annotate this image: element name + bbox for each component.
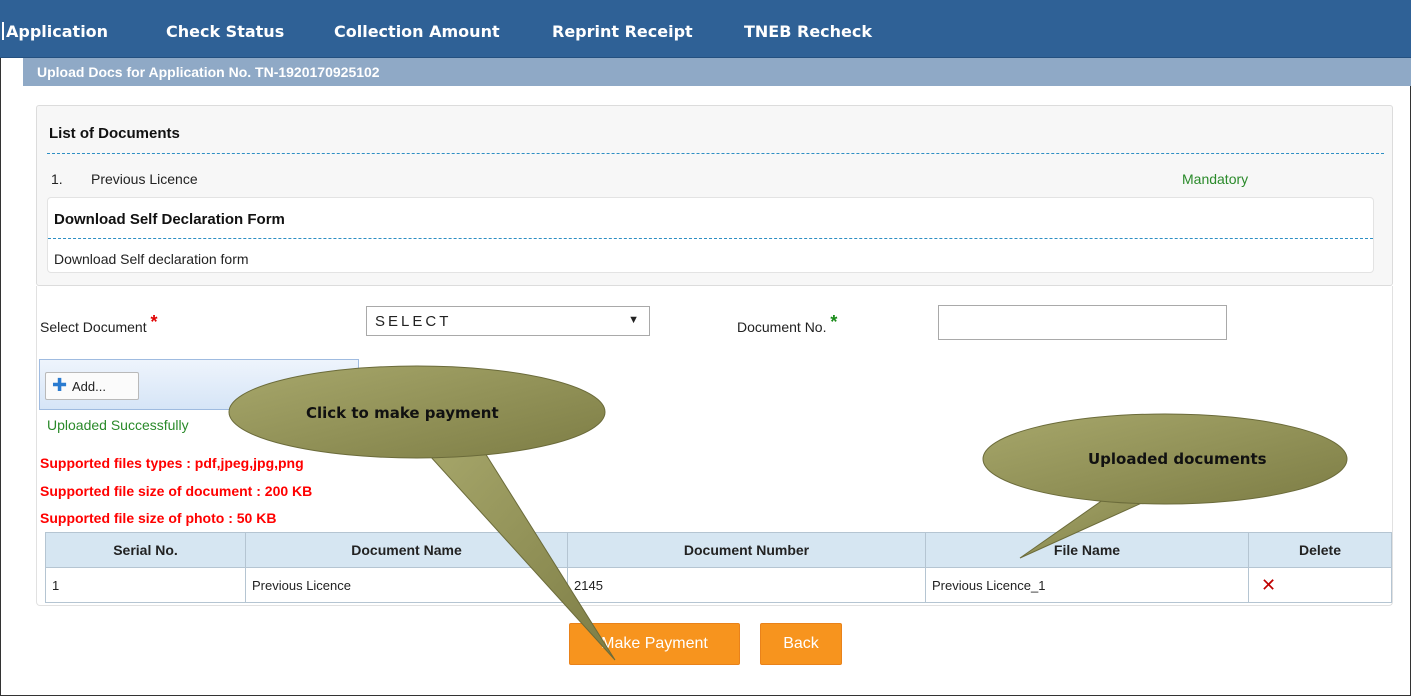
document-item-number: 1. xyxy=(51,171,63,187)
nav-item-reprint-receipt[interactable]: Reprint Receipt xyxy=(552,22,693,41)
document-select[interactable]: SELECT ▼ xyxy=(366,306,650,336)
delete-icon[interactable]: ✕ xyxy=(1248,567,1392,603)
required-marker: * xyxy=(150,312,158,332)
mandatory-label: Mandatory xyxy=(1182,171,1249,187)
nav-item-application[interactable]: Application xyxy=(6,22,108,41)
back-button[interactable]: Back xyxy=(760,623,842,665)
cell-serial: 1 xyxy=(45,567,246,603)
select-document-label: Select Document * xyxy=(40,312,158,337)
note-document-size: Supported file size of document : 200 KB xyxy=(40,483,313,499)
nav-separator xyxy=(2,22,4,40)
nav-item-collection-amount[interactable]: Collection Amount xyxy=(334,22,500,41)
cell-document-name: Previous Licence xyxy=(245,567,568,603)
divider xyxy=(47,153,1384,154)
plus-icon: ✚ xyxy=(52,375,68,395)
select-document-label-text: Select Document xyxy=(40,319,147,335)
add-file-button[interactable]: ✚ Add... xyxy=(45,372,139,400)
top-nav: Application Check Status Collection Amou… xyxy=(0,0,1411,58)
uploaded-callout-text: Uploaded documents xyxy=(1088,450,1267,468)
column-header-serial: Serial No. xyxy=(45,532,246,568)
add-file-label: Add... xyxy=(72,379,106,394)
column-header-document-number: Document Number xyxy=(567,532,926,568)
document-number-input[interactable] xyxy=(938,305,1227,340)
required-marker: * xyxy=(830,312,838,332)
documents-list-box: List of Documents 1. Previous Licence Ma… xyxy=(36,105,1393,286)
column-header-delete: Delete xyxy=(1248,532,1392,568)
payment-callout-text: Click to make payment xyxy=(306,404,499,422)
document-item-name: Previous Licence xyxy=(91,171,198,187)
document-number-label-text: Document No. xyxy=(737,319,827,335)
note-photo-size: Supported file size of photo : 50 KB xyxy=(40,510,277,526)
nav-item-tneb-recheck[interactable]: TNEB Recheck xyxy=(744,22,872,41)
upload-success-message: Uploaded Successfully xyxy=(47,417,189,433)
note-file-types: Supported files types : pdf,jpeg,jpg,png xyxy=(40,455,304,471)
column-header-document-name: Document Name xyxy=(245,532,568,568)
table-header-row: Serial No. Document Name Document Number… xyxy=(45,532,1392,568)
declaration-box: Download Self Declaration Form Download … xyxy=(47,197,1374,273)
table-row: 1 Previous Licence 2145 Previous Licence… xyxy=(45,567,1392,603)
declaration-heading: Download Self Declaration Form xyxy=(54,211,285,228)
document-select-value: SELECT xyxy=(375,313,452,330)
documents-list-heading: List of Documents xyxy=(49,125,180,142)
upload-toolbar: ✚ Add... xyxy=(39,359,359,410)
dropdown-arrow-icon: ▼ xyxy=(628,314,639,326)
divider xyxy=(48,238,1373,239)
section-title-bar: Upload Docs for Application No. TN-19201… xyxy=(23,58,1411,86)
column-header-file-name: File Name xyxy=(925,532,1249,568)
cell-file-name: Previous Licence_1 xyxy=(925,567,1249,603)
download-declaration-link[interactable]: Download Self declaration form xyxy=(54,251,249,267)
cell-document-number: 2145 xyxy=(567,567,926,603)
make-payment-button[interactable]: Make Payment xyxy=(569,623,740,665)
page-title: Upload Docs for Application No. TN-19201… xyxy=(37,64,380,80)
uploaded-documents-table: Serial No. Document Name Document Number… xyxy=(45,532,1392,603)
document-number-label: Document No. * xyxy=(737,312,837,337)
nav-item-check-status[interactable]: Check Status xyxy=(166,22,284,41)
